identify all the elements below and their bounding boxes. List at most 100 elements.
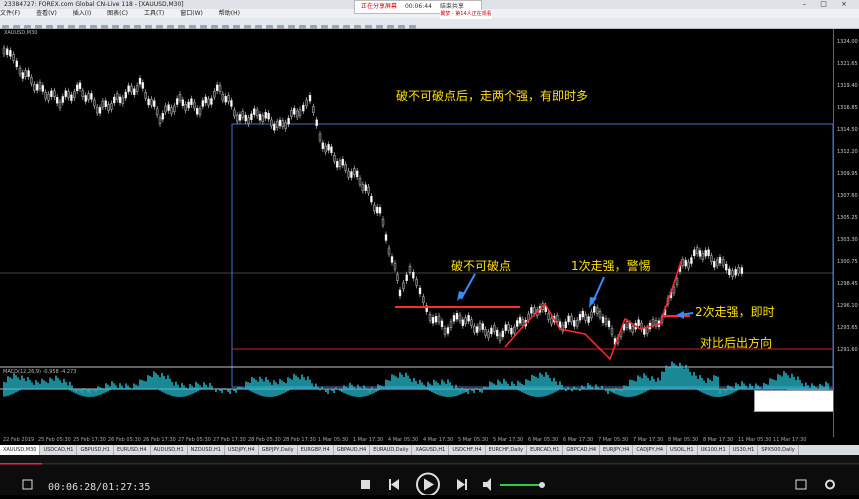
candle-body: [147, 98, 150, 106]
candle-body: [381, 218, 385, 226]
candle-body: [302, 104, 305, 112]
candle-body: [587, 316, 590, 323]
candle-body: [290, 110, 293, 117]
candle-body: [150, 98, 153, 106]
candle-body: [330, 146, 333, 153]
candle-body: [484, 329, 487, 336]
candle-body: [133, 88, 136, 95]
menu-chart[interactable]: 图表(C): [107, 10, 128, 17]
chart-symbol-label: XAUUSD,M30: [4, 30, 38, 36]
price-tick: 1303.30: [837, 237, 858, 243]
window-controls[interactable]: – □ ×: [803, 0, 853, 9]
chart-tab[interactable]: USDCAD,H1: [40, 445, 78, 455]
chart-tab[interactable]: USDJPY,H4: [225, 445, 259, 455]
price-tick: 1305.25: [837, 215, 858, 221]
chart-tab[interactable]: EURCHF,Daily: [486, 445, 528, 455]
chart-tab[interactable]: US30,H1: [730, 445, 759, 455]
time-tick: 8 Mar 17:30: [703, 437, 734, 443]
menu-insert[interactable]: 插入(I): [73, 10, 91, 17]
candle-body: [87, 93, 90, 100]
candle-body: [213, 90, 216, 98]
candle-body: [412, 271, 415, 279]
menu-tools[interactable]: 工具(T): [144, 10, 164, 17]
candle-body: [347, 170, 350, 178]
chart-tab[interactable]: EURJPY,H4: [600, 445, 634, 455]
menu-view[interactable]: 查看(V): [36, 10, 57, 17]
chart-tab[interactable]: GBPUSD,H1: [77, 445, 114, 455]
candle-body: [95, 106, 99, 114]
candle-body: [204, 96, 207, 104]
chart-tab[interactable]: EURUSD,H4: [114, 445, 151, 455]
candle-body: [590, 311, 593, 319]
prev-icon[interactable]: [389, 479, 399, 490]
time-tick: 22 Feb 2019: [3, 437, 35, 443]
volume-slider[interactable]: [500, 484, 542, 486]
menu-window[interactable]: 窗口(W): [180, 10, 203, 17]
candle-body: [38, 82, 42, 89]
candle-body: [375, 206, 379, 214]
next-icon[interactable]: [457, 479, 467, 490]
candle-body: [550, 317, 553, 325]
volume-icon[interactable]: [483, 478, 491, 491]
candle-body: [390, 256, 394, 263]
candle-body: [327, 144, 330, 151]
stop-share-button[interactable]: 结束共享: [440, 3, 464, 10]
chart-tab[interactable]: SPX500,Daily: [758, 445, 799, 455]
candle-body: [293, 108, 296, 115]
candle-body: [115, 93, 119, 100]
candle-body: [693, 249, 696, 257]
candle-body: [625, 321, 629, 328]
menu-icon[interactable]: [22, 479, 33, 490]
chart-tab[interactable]: EURCAD,H1: [527, 445, 564, 455]
candle-body: [341, 158, 345, 166]
candle-body: [418, 287, 422, 295]
time-tick: 7 Mar 17:30: [633, 437, 664, 443]
candle-body: [201, 100, 205, 107]
candle-body: [241, 111, 245, 118]
play-icon[interactable]: [416, 472, 440, 497]
candle-body: [573, 320, 576, 327]
chart-tab[interactable]: EURGBP,H4: [298, 445, 334, 455]
menu-file[interactable]: 文件(F): [0, 10, 20, 17]
candle-body: [595, 307, 599, 314]
chart-tab[interactable]: EURAUD,Daily: [370, 445, 413, 455]
chart-tab[interactable]: GBPCAD,H4: [563, 445, 601, 455]
chart-tab[interactable]: XAUUSD,M30: [0, 445, 41, 455]
candle-body: [64, 90, 67, 97]
candle-body: [734, 269, 737, 276]
candle-body: [127, 85, 130, 92]
candle-body: [698, 250, 702, 257]
candle-body: [155, 108, 159, 116]
price-tick: 1312.20: [837, 149, 858, 155]
candle-body: [47, 94, 50, 101]
chart-tab[interactable]: CADJPY,H4: [633, 445, 668, 455]
candle-body: [312, 106, 315, 113]
candle-body: [181, 99, 185, 106]
object-toolbar[interactable]: [754, 390, 836, 412]
candle-body: [84, 95, 87, 102]
chart-tab[interactable]: NZDUSD,H1: [188, 445, 225, 455]
candle-body: [373, 204, 376, 212]
chart-tab[interactable]: GBPAUD,H4: [334, 445, 371, 455]
fullscreen-icon[interactable]: [795, 479, 807, 490]
settings-icon[interactable]: [825, 479, 835, 490]
price-axis[interactable]: 1324.00 1321.65 1319.40 1316.85 1314.50 1312.…: [833, 29, 859, 437]
stop-icon[interactable]: [361, 480, 370, 489]
time-tick: 27 Feb 05:30: [178, 437, 211, 443]
candle-body: [118, 96, 122, 104]
candle-body: [264, 112, 267, 119]
time-tick: 4 Mar 17:30: [423, 437, 454, 443]
chart-tab[interactable]: UK100,H1: [698, 445, 730, 455]
chart-tab[interactable]: USDCHF,H4: [449, 445, 486, 455]
candle-body: [387, 247, 391, 255]
candle-body: [728, 268, 731, 276]
chart-tab[interactable]: USOIL,H1: [667, 445, 698, 455]
time-tick: 6 Mar 05:30: [528, 437, 559, 443]
chart-tab[interactable]: AUDUSD,H1: [151, 445, 188, 455]
candle-body: [9, 50, 12, 57]
candle-body: [725, 263, 728, 271]
candle-body: [530, 307, 533, 314]
menu-help[interactable]: 帮助(H): [219, 10, 240, 17]
chart-tab[interactable]: GBPJPY,Daily: [259, 445, 298, 455]
chart-tab[interactable]: XAGUSD,H1: [412, 445, 450, 455]
